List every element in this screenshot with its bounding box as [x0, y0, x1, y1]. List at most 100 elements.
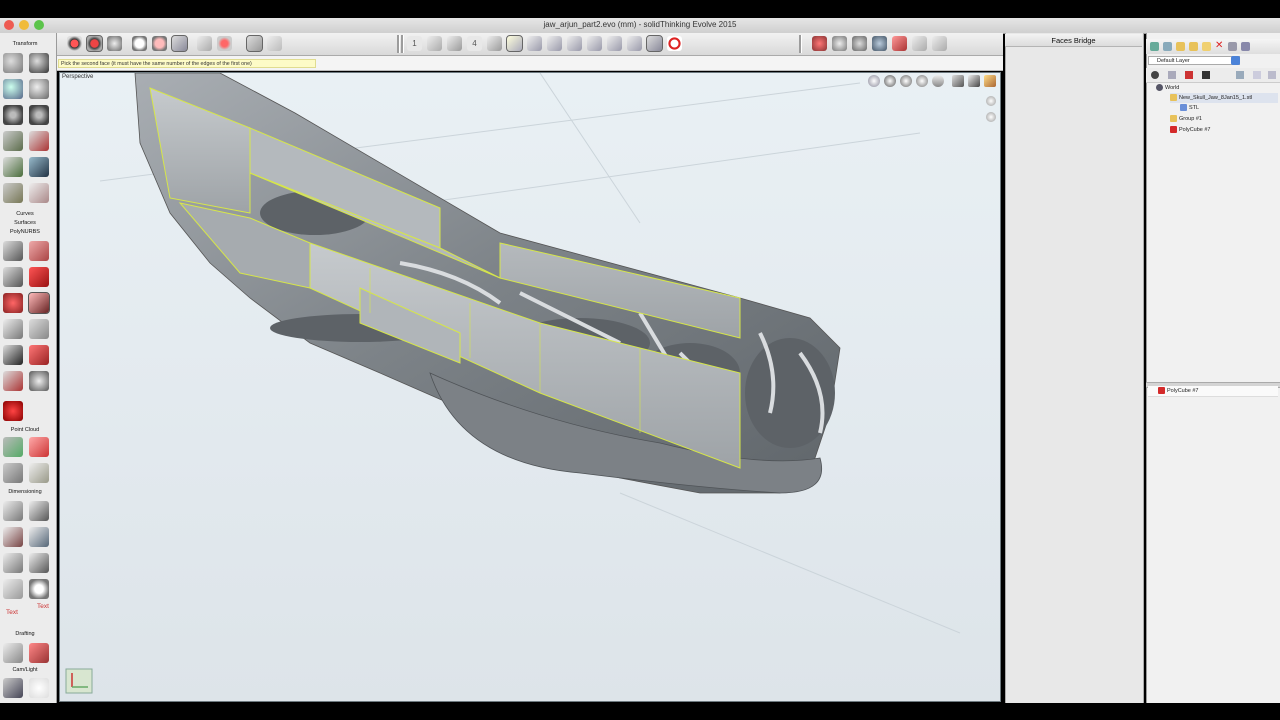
polynurbs-convert-icon[interactable] — [3, 401, 23, 421]
browser-home-icon[interactable] — [1150, 42, 1159, 51]
snap-tool-icon[interactable] — [3, 183, 23, 203]
zoom-select-icon[interactable] — [152, 36, 167, 51]
model-render[interactable] — [60, 73, 1000, 701]
view-4-button[interactable]: 4 — [467, 36, 482, 51]
arc-dimension-icon[interactable] — [3, 553, 23, 573]
perspective-viewport[interactable] — [59, 72, 1001, 702]
snap-midpoint-icon[interactable] — [527, 36, 542, 51]
circle-annotation-icon[interactable] — [29, 579, 49, 599]
scale-axis-icon[interactable] — [217, 36, 232, 51]
angular-dimension-icon[interactable] — [29, 501, 49, 521]
tab-materials-icon[interactable] — [1185, 71, 1193, 79]
subdivide-tool-icon[interactable] — [3, 345, 23, 365]
pattern-tool-icon[interactable] — [29, 105, 49, 125]
ball-tool-icon[interactable] — [29, 53, 49, 73]
snap-curve-icon[interactable] — [506, 35, 523, 52]
zoom-out-icon[interactable] — [986, 112, 996, 122]
settings-gear-icon[interactable] — [107, 36, 122, 51]
zoom-in-icon[interactable] — [986, 96, 996, 106]
snap-perpendicular-icon[interactable] — [607, 36, 622, 51]
delete-x-icon[interactable]: ✕ — [1215, 41, 1224, 52]
ungroup-icon[interactable] — [1202, 42, 1211, 51]
point-cloud-icon[interactable] — [3, 437, 23, 457]
text-tool-label[interactable]: Text — [6, 609, 18, 616]
grid-tool-icon[interactable] — [3, 131, 23, 151]
move-axis-icon[interactable] — [197, 36, 212, 51]
radius-dimension-icon[interactable] — [3, 527, 23, 547]
rotate-tool-icon[interactable] — [3, 79, 23, 99]
lock-icon[interactable] — [1241, 42, 1250, 51]
layer-dropdown[interactable]: Default Layer — [1148, 56, 1240, 65]
pen-tool-icon[interactable] — [29, 183, 49, 203]
tree-item-group[interactable]: Group #1 — [1170, 114, 1202, 124]
viewport-label[interactable]: Perspective — [62, 74, 93, 80]
shading-icon[interactable] — [852, 36, 867, 51]
render-settings-icon[interactable] — [832, 36, 847, 51]
view-box-icon[interactable] — [968, 75, 980, 87]
sphere-tool-icon[interactable] — [3, 53, 23, 73]
tree-item-polycube[interactable]: PolyCube #7 — [1170, 125, 1211, 135]
snap-end-icon[interactable] — [547, 36, 562, 51]
select-active-icon[interactable] — [86, 35, 103, 52]
no-snap-icon[interactable] — [667, 36, 682, 51]
snap-center-icon[interactable] — [567, 36, 582, 51]
text-3d-tool-label[interactable]: Text — [37, 603, 49, 610]
material-icon[interactable] — [892, 36, 907, 51]
leader-icon[interactable] — [3, 579, 23, 599]
cut-tool-icon[interactable] — [3, 319, 23, 339]
snap-intersection-icon[interactable] — [627, 36, 642, 51]
tab-layers-icon[interactable] — [1168, 71, 1176, 79]
view-1-button[interactable]: 1 — [407, 36, 422, 51]
palette-section-curves[interactable]: Curves — [0, 211, 50, 217]
render-icon[interactable] — [812, 36, 827, 51]
view-cube-icon[interactable] — [952, 75, 964, 87]
browser-view-icon[interactable] — [1163, 42, 1172, 51]
property-object-row[interactable]: PolyCube #7 — [1148, 386, 1278, 397]
palette-section-transform[interactable]: Transform — [0, 41, 50, 47]
smooth-tool-icon[interactable] — [29, 345, 49, 365]
extrude-face-icon[interactable] — [3, 267, 23, 287]
bridge-face-icon[interactable] — [29, 267, 49, 287]
align-tool-icon[interactable] — [29, 131, 49, 151]
zoom-icon[interactable] — [132, 36, 147, 51]
sculpt-tool-icon[interactable] — [29, 371, 49, 391]
palette-section-polynurbs[interactable]: PolyNURBS — [0, 229, 50, 235]
new-folder-icon[interactable] — [1176, 42, 1185, 51]
array-tool-icon[interactable] — [3, 105, 23, 125]
layout-icon[interactable] — [912, 36, 927, 51]
cloud-section-icon[interactable] — [29, 463, 49, 483]
tree-item-stl-file[interactable]: New_Skull_Jaw_8Jan15_1.stl — [1170, 93, 1278, 103]
ordinate-dimension-icon[interactable] — [29, 553, 49, 573]
group-icon[interactable] — [1189, 42, 1198, 51]
tree-item-world[interactable]: World — [1156, 83, 1179, 93]
diameter-dimension-icon[interactable] — [29, 527, 49, 547]
view-grid-icon[interactable] — [427, 36, 442, 51]
link-icon[interactable] — [1228, 42, 1237, 51]
view-pan-icon[interactable] — [884, 75, 896, 87]
snap-point-icon[interactable] — [487, 36, 502, 51]
palette-section-dimensioning[interactable]: Dimensioning — [0, 489, 50, 495]
camera-icon[interactable] — [3, 678, 23, 698]
palette-section-surfaces[interactable]: Surfaces — [0, 220, 50, 226]
snap-tangent-icon[interactable] — [587, 36, 602, 51]
tree-item-stl[interactable]: STL — [1180, 103, 1199, 113]
select-tool-icon[interactable] — [67, 36, 82, 51]
environment-icon[interactable] — [872, 36, 887, 51]
drafting-section-icon[interactable] — [29, 643, 49, 663]
split-tool-icon[interactable] — [29, 319, 49, 339]
palette-section-point-cloud[interactable]: Point Cloud — [0, 427, 50, 433]
axis-icon[interactable] — [267, 36, 282, 51]
grid-snap-icon[interactable] — [171, 35, 188, 52]
morph-tool-icon[interactable] — [3, 157, 23, 177]
view-lighting-icon[interactable] — [984, 75, 996, 87]
tab-cameras-icon[interactable] — [1202, 71, 1210, 79]
linear-dimension-icon[interactable] — [3, 501, 23, 521]
fullscreen-icon[interactable] — [932, 36, 947, 51]
view-shading-icon[interactable] — [932, 75, 944, 87]
view-axes-icon[interactable] — [447, 36, 462, 51]
weld-tool-icon[interactable] — [3, 293, 23, 313]
layer-dropdown-arrow-icon[interactable] — [1231, 56, 1240, 65]
faces-bridge-tool-icon[interactable] — [28, 292, 50, 314]
light-bulb-icon[interactable] — [29, 678, 49, 698]
polycube-tool-icon[interactable] — [3, 241, 23, 261]
